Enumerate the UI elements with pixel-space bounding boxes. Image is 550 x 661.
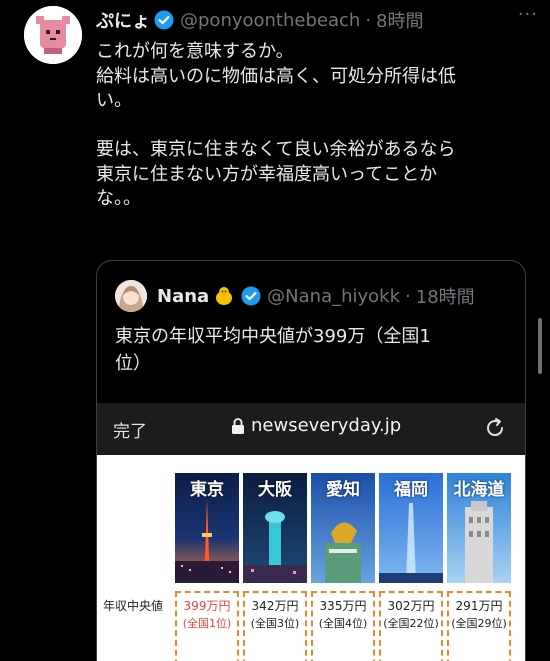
tweet-paragraph: これが何を意味するか。 給料は高いのに物価は高く、可処分所得は低 い。 — [96, 41, 456, 111]
timestamp[interactable]: 18時間 — [416, 283, 475, 309]
chick-icon — [213, 285, 235, 307]
value-cell: 399万円 (全国1位) — [175, 591, 239, 661]
rank-text: (全国29位) — [451, 617, 507, 630]
separator: · — [365, 9, 372, 31]
embedded-screenshot[interactable]: 完了 newseveryday.jp 東京 大阪 愛知 福岡 北海道 年収中央値… — [97, 403, 525, 661]
more-options-icon[interactable]: ··· — [518, 4, 538, 25]
quoted-tweet[interactable]: Nana @Nana_hiyokk · 18時間 東京の年収平均中央値が399万… — [96, 260, 526, 661]
city-photo-osaka: 大阪 — [243, 473, 307, 583]
rank-text: (全国3位) — [250, 617, 300, 630]
article-image: 東京 大阪 愛知 福岡 北海道 年収中央値 399万円 (全国1位) 342万円… — [97, 455, 525, 661]
url-bar: newseveryday.jp — [231, 415, 401, 436]
city-photo-aichi: 愛知 — [311, 473, 375, 583]
city-photo-fukuoka: 福岡 — [379, 473, 443, 583]
row-label: 年収中央値 — [103, 599, 164, 613]
value-text: 291万円 — [455, 599, 503, 613]
city-name: 北海道 — [453, 480, 505, 500]
timestamp[interactable]: 8時間 — [376, 7, 423, 33]
city-name: 福岡 — [394, 480, 428, 500]
browser-toolbar: 完了 newseveryday.jp — [97, 403, 525, 455]
separator: · — [405, 285, 411, 307]
user-handle[interactable]: @Nana_hiyokk — [267, 286, 400, 307]
lock-icon — [231, 417, 245, 435]
reload-icon — [483, 416, 507, 440]
display-name[interactable]: ぷにょ — [96, 7, 150, 33]
city-name: 愛知 — [326, 480, 360, 500]
value-text: 342万円 — [251, 599, 299, 613]
display-name[interactable]: Nana — [157, 286, 209, 307]
value-cell: 342万円 (全国3位) — [243, 591, 307, 661]
avatar[interactable] — [24, 6, 82, 64]
scrollbar[interactable] — [538, 318, 542, 374]
value-cell: 302万円 (全国22位) — [379, 591, 443, 661]
value-cell: 291万円 (全国29位) — [447, 591, 511, 661]
verified-badge-icon — [154, 10, 174, 30]
value-text: 399万円 — [183, 599, 231, 613]
value-cell: 335万円 (全国4位) — [311, 591, 375, 661]
value-text: 335万円 — [319, 599, 367, 613]
city-name: 大阪 — [258, 480, 292, 500]
tweet-text: これが何を意味するか。 給料は高いのに物価は高く、可処分所得は低 い。 要は、東… — [96, 40, 516, 212]
rank-text: (全国1位) — [182, 617, 232, 630]
value-text: 302万円 — [387, 599, 435, 613]
tweet-header: ぷにょ @ponyoonthebeach · 8時間 — [96, 7, 540, 33]
rank-text: (全国22位) — [383, 617, 439, 630]
city-photo-hokkaido: 北海道 — [447, 473, 511, 583]
city-name: 東京 — [190, 480, 224, 500]
done-button: 完了 — [113, 422, 147, 442]
url-text: newseveryday.jp — [251, 415, 402, 436]
avatar[interactable] — [115, 280, 147, 312]
user-handle[interactable]: @ponyoonthebeach — [180, 10, 360, 31]
quoted-tweet-paragraph: 東京の年収平均中央値が399万（全国1 位） — [115, 326, 431, 374]
city-photo-tokyo: 東京 — [175, 473, 239, 583]
quoted-tweet-text: 東京の年収平均中央値が399万（全国1 位） — [115, 323, 495, 377]
rank-text: (全国4位) — [318, 617, 368, 630]
quoted-tweet-header: Nana @Nana_hiyokk · 18時間 — [115, 279, 513, 313]
tweet-paragraph: 要は、東京に住まなくて良い余裕があるなら 東京に住まない方が幸福度高いってことか… — [96, 139, 456, 209]
verified-badge-icon — [241, 286, 261, 306]
